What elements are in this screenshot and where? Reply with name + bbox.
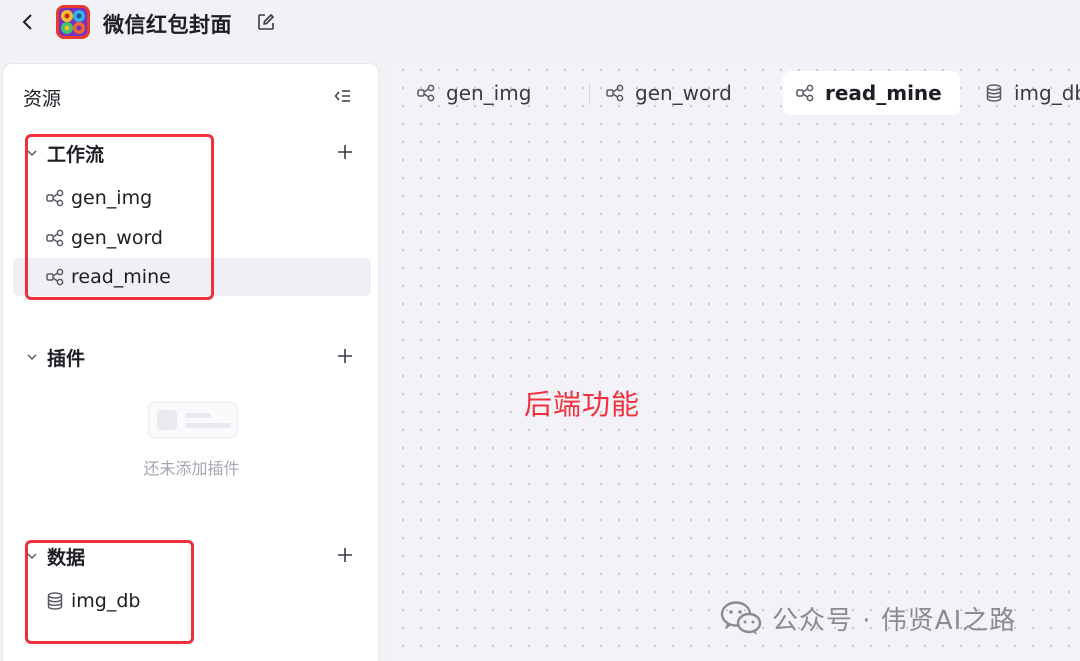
section-plugins-header[interactable]: 插件 bbox=[25, 344, 355, 370]
top-header: 微信红包封面 bbox=[0, 0, 1080, 48]
collapse-sidebar-button[interactable] bbox=[333, 86, 353, 106]
section-workflow-header[interactable]: 工作流 bbox=[25, 140, 355, 166]
tab-label: read_mine bbox=[825, 81, 942, 105]
workflow-item-gen-img[interactable]: gen_img bbox=[13, 179, 371, 217]
workflow-item-gen-word[interactable]: gen_word bbox=[13, 219, 371, 257]
add-plugin-plus-icon[interactable] bbox=[335, 346, 355, 366]
workflow-icon bbox=[45, 188, 65, 208]
empty-plugins-illustration bbox=[148, 402, 238, 438]
app-title: 微信红包封面 bbox=[103, 13, 232, 37]
chevron-down-icon bbox=[25, 350, 39, 364]
annotation-text: 后端功能 bbox=[524, 388, 641, 421]
app-logo bbox=[56, 5, 90, 39]
tab-label: img_db bbox=[1014, 81, 1080, 105]
sidebar-title: 资源 bbox=[23, 88, 62, 110]
watermark-text: 公众号 · 伟贤AI之路 bbox=[772, 605, 1017, 636]
workflow-icon bbox=[45, 228, 65, 248]
workflow-item-label: gen_img bbox=[71, 187, 153, 209]
data-item-img-db[interactable]: img_db bbox=[13, 582, 371, 620]
wechat-logo-icon bbox=[720, 601, 762, 635]
tab-read-mine[interactable]: read_mine bbox=[783, 71, 960, 115]
database-icon bbox=[984, 83, 1004, 103]
tab-label: gen_word bbox=[635, 81, 732, 105]
workflow-item-read-mine[interactable]: read_mine bbox=[13, 258, 371, 296]
empty-plugins-text: 还未添加插件 bbox=[143, 459, 240, 478]
workflow-item-label: read_mine bbox=[71, 266, 171, 288]
workflow-icon bbox=[45, 267, 65, 287]
resource-sidebar: 资源 工作流 gen_img gen_word read_mine 插件 还未添… bbox=[2, 63, 379, 661]
add-data-plus-icon[interactable] bbox=[335, 545, 355, 565]
edit-icon bbox=[258, 14, 274, 30]
workflow-icon bbox=[416, 83, 436, 103]
workflow-canvas[interactable]: gen_img gen_word read_mine img_db 后端功能 bbox=[388, 63, 1080, 661]
collapse-panel-icon bbox=[334, 90, 350, 102]
chevron-down-icon bbox=[25, 549, 39, 563]
data-item-label: img_db bbox=[71, 590, 141, 612]
section-data-header[interactable]: 数据 bbox=[25, 543, 355, 569]
edit-title-button[interactable] bbox=[256, 12, 276, 32]
database-icon bbox=[45, 591, 65, 611]
chevron-down-icon bbox=[25, 146, 39, 160]
tab-gen-img[interactable]: gen_img bbox=[388, 71, 578, 115]
section-plugins-label: 插件 bbox=[47, 347, 86, 370]
back-button[interactable] bbox=[18, 10, 38, 34]
tab-img-db[interactable]: img_db bbox=[960, 71, 1080, 115]
workflow-icon bbox=[795, 83, 815, 103]
workflow-item-label: gen_word bbox=[71, 227, 163, 249]
section-workflow-label: 工作流 bbox=[47, 143, 105, 166]
tab-gen-word[interactable]: gen_word bbox=[577, 71, 777, 115]
tab-label: gen_img bbox=[446, 81, 532, 105]
section-data-label: 数据 bbox=[47, 546, 86, 569]
chevron-left-icon bbox=[22, 14, 32, 30]
watermark: 公众号 · 伟贤AI之路 bbox=[720, 598, 1016, 638]
workflow-icon bbox=[605, 83, 625, 103]
add-workflow-plus-icon[interactable] bbox=[335, 142, 355, 162]
editor-tabs: gen_img gen_word read_mine img_db bbox=[388, 63, 1080, 119]
